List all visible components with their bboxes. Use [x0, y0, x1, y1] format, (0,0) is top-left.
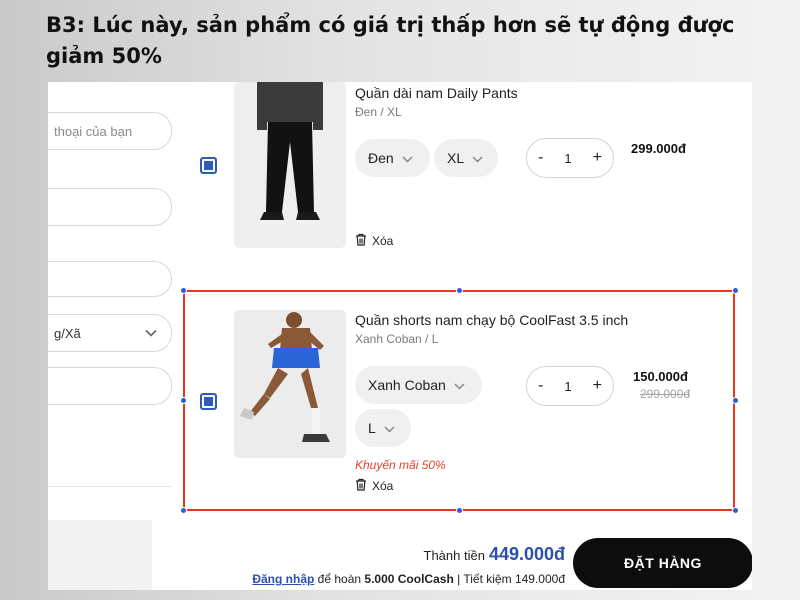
selection-handle: [456, 287, 463, 294]
savings-text: Tiết kiệm 149.000đ: [463, 572, 565, 586]
selection-handle: [180, 287, 187, 294]
ward-select[interactable]: g/Xã: [48, 314, 172, 352]
phone-placeholder: thoại của bạn: [54, 123, 133, 139]
trash-icon: [355, 233, 367, 249]
heading-line-1: B3: Lúc này, sản phẩm có giá trị thấp hơ…: [46, 13, 735, 37]
item-1-quantity-stepper[interactable]: - 1 +: [526, 138, 614, 178]
form-divider: [48, 486, 172, 487]
item-1-variant: Đen / XL: [355, 105, 402, 119]
total-row: Thành tiền 449.000đ: [424, 544, 566, 565]
selection-handle: [180, 397, 187, 404]
selection-handle: [180, 507, 187, 514]
item-1-image: [234, 82, 346, 248]
chevron-down-icon: [145, 326, 157, 341]
chevron-down-icon: [472, 150, 483, 166]
instruction-heading: B3: Lúc này, sản phẩm có giá trị thấp hơ…: [46, 10, 786, 72]
checkout-footer: Thành tiền 449.000đ Đăng nhập để hoàn 5.…: [152, 520, 752, 590]
cash-text: để hoàn: [317, 572, 362, 586]
login-link[interactable]: Đăng nhập: [252, 572, 314, 586]
text-field-2[interactable]: [48, 188, 172, 226]
item-1-delete-button[interactable]: Xóa: [355, 233, 393, 249]
item-1-name[interactable]: Quần dài nam Daily Pants: [355, 85, 518, 101]
selection-handle: [732, 397, 739, 404]
total-value: 449.000đ: [488, 544, 565, 564]
item-1-price: 299.000đ: [631, 141, 686, 156]
total-label: Thành tiền: [423, 548, 485, 563]
highlight-frame: [183, 290, 735, 511]
item-1-quantity-value: 1: [564, 150, 572, 166]
cash-amount: 5.000 CoolCash: [364, 572, 454, 586]
text-field-3[interactable]: [48, 261, 172, 297]
checkout-panel: thoại của bạn g/Xã Quần dài nam Daily Pa…: [48, 82, 752, 590]
item-1-color-select[interactable]: Đen: [355, 139, 430, 177]
item-1-size-value: XL: [447, 150, 465, 166]
footer-left-area: [48, 520, 152, 590]
heading-line-2: giảm 50%: [46, 44, 162, 68]
pants-product-illustration: [234, 82, 346, 248]
item-1-checkbox[interactable]: [200, 157, 217, 174]
text-field-5[interactable]: [48, 367, 172, 405]
item-1-color-value: Đen: [368, 150, 394, 166]
coolcash-row: Đăng nhập để hoàn 5.000 CoolCash | Tiết …: [252, 572, 565, 586]
item-1-increase-button[interactable]: +: [593, 149, 602, 167]
place-order-button[interactable]: ĐẶT HÀNG: [573, 538, 752, 588]
item-1-delete-label: Xóa: [372, 234, 394, 248]
selection-handle: [732, 287, 739, 294]
item-1-decrease-button[interactable]: -: [538, 149, 543, 167]
ward-value: g/Xã: [54, 325, 81, 341]
phone-field[interactable]: thoại của bạn: [48, 112, 172, 150]
cash-separator: |: [457, 572, 461, 586]
item-1-size-select[interactable]: XL: [434, 139, 498, 177]
selection-handle: [732, 507, 739, 514]
chevron-down-icon: [402, 150, 413, 166]
selection-handle: [456, 507, 463, 514]
